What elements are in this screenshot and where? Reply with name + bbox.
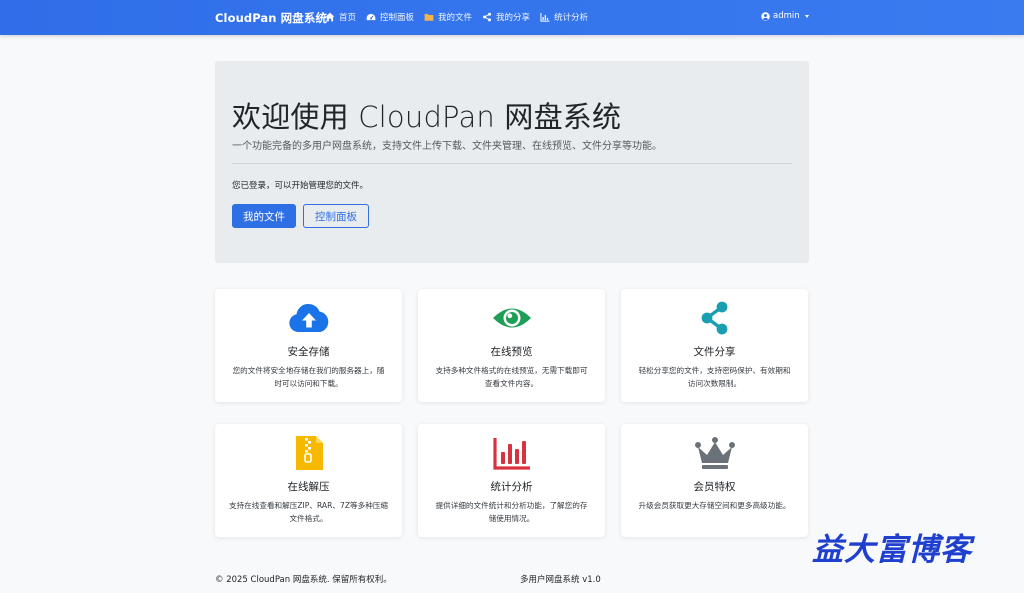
bar-chart-icon: [492, 438, 530, 470]
feature-title: 文件分享: [693, 346, 736, 358]
username: admin: [773, 11, 800, 21]
nav-item-dashboard[interactable]: 控制面板: [366, 11, 414, 23]
feature-description: 支持在线查看和解压ZIP、RAR、7Z等多种压缩文件格式。: [229, 501, 388, 523]
feature-title: 统计分析: [490, 481, 533, 493]
eye-icon: [492, 308, 531, 328]
home-icon: [325, 12, 335, 22]
nav-item-home[interactable]: 首页: [325, 11, 356, 23]
zip-file-icon: [295, 436, 323, 470]
nav-item-label: 统计分析: [554, 13, 589, 23]
nav-item-label: 首页: [339, 13, 357, 23]
feature-title: 在线预览: [490, 346, 533, 358]
nav-item-files[interactable]: 我的文件: [424, 11, 472, 23]
welcome-jumbotron: 欢迎使用 CloudPan 网盘系统 一个功能完备的多用户网盘系统，支持文件上传…: [215, 61, 809, 263]
hero-lead-text: 一个功能完备的多用户网盘系统，支持文件上传下载、文件夹管理、在线预览、文件分享等…: [232, 141, 662, 152]
nav-item-label: 我的分享: [496, 13, 531, 23]
feature-title: 安全存储: [287, 346, 330, 358]
divider: [232, 163, 792, 164]
share-icon: [701, 301, 727, 335]
nav-item-stats[interactable]: 统计分析: [540, 11, 588, 23]
feature-card-file-sharing: 文件分享 轻松分享您的文件，支持密码保护、有效期和访问次数限制。: [621, 289, 808, 402]
top-navbar: CloudPan 网盘系统 首页 控制面板 我的文件 我的分享 统计分析 adm…: [0, 0, 1024, 35]
feature-description: 支持多种文件格式的在线预览，无需下载即可查看文件内容。: [435, 366, 588, 388]
caret-down-icon: [804, 14, 809, 18]
feature-card-statistics: 统计分析 提供详细的文件统计和分析功能，了解您的存储使用情况。: [418, 424, 605, 537]
feature-description: 提供详细的文件统计和分析功能，了解您的存储使用情况。: [435, 501, 588, 523]
chart-icon: [540, 12, 550, 22]
feature-card-membership: 会员特权 升级会员获取更大存储空间和更多高级功能。: [621, 424, 808, 537]
user-circle-icon: [761, 11, 770, 21]
footer-copyright: © 2025 CloudPan 网盘系统. 保留所有权利。: [215, 575, 392, 585]
my-files-button[interactable]: 我的文件: [232, 204, 296, 228]
feature-title: 在线解压: [287, 481, 330, 493]
feature-description: 轻松分享您的文件，支持密码保护、有效期和访问次数限制。: [638, 366, 791, 388]
footer-version: 多用户网盘系统 v1.0: [520, 575, 601, 585]
nav-item-shares[interactable]: 我的分享: [482, 11, 530, 23]
nav-item-label: 控制面板: [380, 13, 415, 23]
user-menu-toggle[interactable]: admin: [761, 11, 809, 21]
watermark-logo: 益大富博客: [812, 532, 972, 568]
dashboard-button[interactable]: 控制面板: [303, 204, 369, 228]
feature-description: 升级会员获取更大存储空间和更多高级功能。: [638, 501, 791, 510]
dashboard-icon: [366, 13, 376, 21]
feature-card-online-preview: 在线预览 支持多种文件格式的在线预览，无需下载即可查看文件内容。: [418, 289, 605, 402]
feature-card-online-extract: 在线解压 支持在线查看和解压ZIP、RAR、7Z等多种压缩文件格式。: [215, 424, 402, 537]
nav-item-label: 我的文件: [438, 13, 473, 23]
cloud-upload-icon: [288, 303, 328, 332]
nav-menu: 首页 控制面板 我的文件 我的分享 统计分析: [325, 11, 588, 23]
folder-icon: [424, 13, 434, 21]
crown-icon: [694, 437, 735, 469]
feature-description: 您的文件将安全地存储在我们的服务器上，随时可以访问和下载。: [232, 366, 385, 388]
feature-title: 会员特权: [693, 481, 736, 493]
share-icon: [483, 12, 492, 22]
feature-card-secure-storage: 安全存储 您的文件将安全地存储在我们的服务器上，随时可以访问和下载。: [215, 289, 402, 402]
brand-logo-text[interactable]: CloudPan 网盘系统: [215, 10, 327, 26]
page-title: 欢迎使用 CloudPan 网盘系统: [232, 100, 622, 134]
login-status-text: 您已登录，可以开始管理您的文件。: [232, 181, 369, 191]
